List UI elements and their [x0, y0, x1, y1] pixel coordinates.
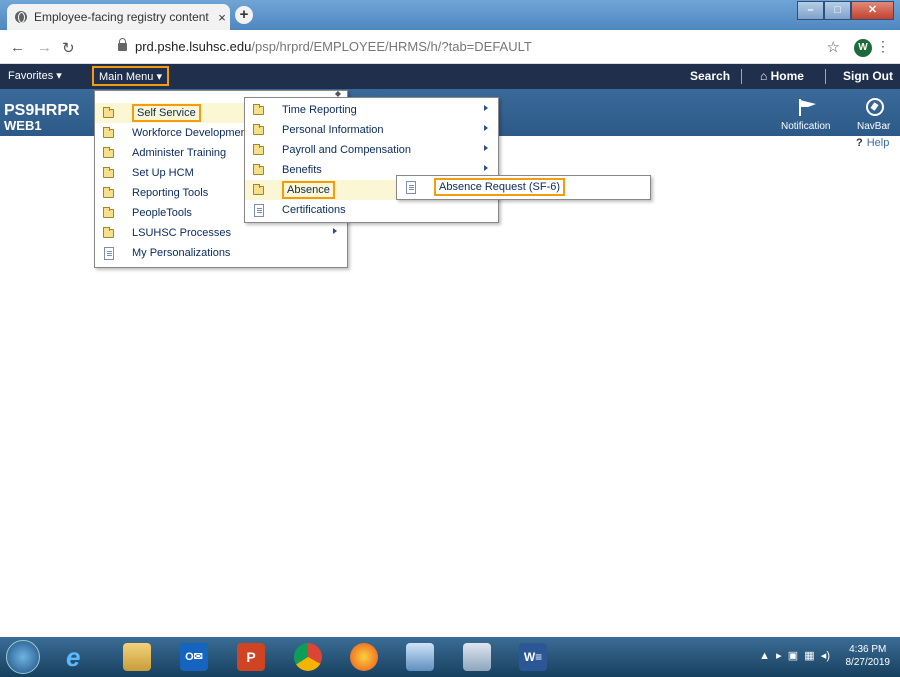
firefox-icon[interactable]	[350, 643, 378, 671]
self-service-item[interactable]: Payroll and Compensation	[245, 140, 498, 160]
folder-icon	[253, 103, 264, 115]
folder-icon	[103, 126, 114, 138]
folder-icon	[253, 183, 264, 195]
main-menu-item-label: Reporting Tools	[132, 187, 209, 199]
folder-icon	[103, 186, 114, 198]
globe-icon	[15, 11, 27, 23]
sync-center-icon[interactable]	[406, 643, 434, 671]
submenu-arrow-icon	[484, 105, 488, 111]
folder-icon	[253, 163, 264, 175]
self-service-item-label: Personal Information	[282, 124, 384, 136]
submenu-arrow-icon	[484, 125, 488, 131]
divider	[741, 69, 742, 84]
close-window-button[interactable]: ✕	[851, 1, 894, 20]
main-menu-item-label: Administer Training	[132, 147, 227, 159]
maximize-button[interactable]: □	[824, 1, 851, 20]
help-icon: ?	[856, 137, 863, 149]
document-icon	[104, 246, 114, 260]
powerpoint-icon[interactable]: P	[237, 643, 265, 671]
main-menu-item-label: Set Up HCM	[132, 167, 194, 179]
main-menu-item[interactable]: My Personalizations	[95, 243, 347, 263]
document-icon	[406, 180, 416, 194]
word-icon[interactable]: W≡	[519, 643, 547, 671]
lock-icon	[118, 38, 127, 51]
folder-icon	[103, 226, 114, 238]
main-menu-item-label: Workforce Developmen	[132, 127, 247, 139]
favorites-menu[interactable]: Favorites ▾	[8, 69, 62, 82]
banner-subtitle: WEB1	[4, 118, 42, 133]
browser-titlebar: Employee-facing registry content × + – □…	[0, 0, 900, 30]
self-service-item-label: Payroll and Compensation	[282, 144, 412, 156]
sign-out-link[interactable]: Sign Out	[843, 69, 893, 83]
absence-item[interactable]: Absence Request (SF-6)	[397, 177, 650, 197]
submenu-arrow-icon	[484, 145, 488, 151]
tab-close-icon[interactable]: ×	[214, 10, 230, 25]
self-service-item[interactable]: Certifications	[245, 200, 498, 220]
windows-taskbar: e O✉ P W≡ ▲ ▸ ▣ ▦ ◂) 4:36 PM 8/27/2019	[0, 637, 900, 677]
system-tray-icons[interactable]: ▲ ▸ ▣ ▦ ◂)	[759, 649, 830, 662]
browser-tab[interactable]: Employee-facing registry content ×	[7, 4, 230, 30]
main-menu-item[interactable]: LSUHSC Processes	[95, 223, 347, 243]
self-service-item-label: Time Reporting	[282, 104, 357, 116]
window-controls: – □ ✕	[797, 1, 894, 20]
bookmark-star-icon[interactable]: ☆	[827, 38, 840, 56]
folder-icon	[103, 106, 114, 118]
self-service-item[interactable]: Time Reporting	[245, 100, 498, 120]
self-service-item[interactable]: Personal Information	[245, 120, 498, 140]
main-menu[interactable]: Main Menu ▾	[92, 66, 169, 86]
self-service-item-label: Absence	[282, 181, 335, 199]
search-link[interactable]: Search	[690, 69, 730, 83]
taskbar-clock[interactable]: 4:36 PM 8/27/2019	[846, 643, 891, 669]
tab-title: Employee-facing registry content	[34, 10, 209, 24]
clock-date: 8/27/2019	[845, 657, 891, 668]
absence-submenu: Absence Request (SF-6)	[396, 175, 651, 200]
absence-item-label: Absence Request (SF-6)	[434, 178, 566, 196]
folder-icon	[103, 166, 114, 178]
navbar-label[interactable]: NavBar	[857, 121, 890, 132]
library-icon[interactable]	[463, 643, 491, 671]
browser-menu-icon[interactable]: ⋮	[876, 38, 890, 55]
outlook-icon[interactable]: O✉	[180, 643, 208, 671]
address-bar: ← → ↻ prd.pshe.lsuhsc.edu/psp/hrprd/EMPL…	[0, 30, 900, 64]
notification-label[interactable]: Notification	[781, 121, 830, 132]
help-label: Help	[866, 137, 890, 149]
main-menu-item-label: Self Service	[132, 104, 201, 122]
folder-icon	[253, 143, 264, 155]
home-icon: ⌂	[760, 69, 768, 83]
help-link[interactable]: ? Help	[856, 137, 889, 149]
profile-avatar[interactable]: W	[854, 39, 872, 57]
folder-icon	[103, 146, 114, 158]
minimize-button[interactable]: –	[797, 1, 824, 20]
internet-explorer-icon[interactable]: e	[66, 643, 94, 671]
divider	[825, 69, 826, 84]
folder-icon	[253, 123, 264, 135]
chrome-icon[interactable]	[294, 643, 322, 671]
screen: Employee-facing registry content × + – □…	[0, 0, 900, 677]
submenu-arrow-icon	[333, 228, 337, 234]
self-service-item-label: Certifications	[282, 204, 346, 216]
url-host: prd.pshe.lsuhsc.edu	[135, 39, 252, 54]
main-menu-item-label: LSUHSC Processes	[132, 227, 232, 239]
start-button[interactable]	[6, 640, 40, 674]
back-arrow-icon[interactable]: ←	[10, 39, 25, 56]
url-field[interactable]: prd.pshe.lsuhsc.edu/psp/hrprd/EMPLOYEE/H…	[118, 38, 532, 54]
main-menu-item-label: My Personalizations	[132, 247, 231, 259]
folder-icon	[103, 206, 114, 218]
home-label: Home	[770, 69, 804, 83]
reload-icon[interactable]: ↻	[62, 39, 75, 57]
document-icon	[254, 203, 264, 217]
forward-arrow-icon[interactable]: →	[37, 39, 52, 56]
file-explorer-icon[interactable]	[123, 643, 151, 671]
ps-header-bar: Favorites ▾ Main Menu ▾ Search ⌂ Home Si…	[0, 64, 900, 89]
main-menu-item-label: PeopleTools	[132, 207, 192, 219]
submenu-arrow-icon	[484, 165, 488, 171]
notification-flag-icon[interactable]	[797, 97, 819, 117]
url-path: /psp/hrprd/EMPLOYEE/HRMS/h/?tab=DEFAULT	[251, 39, 532, 54]
home-link[interactable]: ⌂ Home	[760, 69, 804, 83]
self-service-submenu: Time Reporting Personal Information Payrol…	[244, 97, 499, 223]
new-tab-button[interactable]: +	[235, 6, 253, 24]
navbar-compass-icon[interactable]	[866, 98, 884, 116]
clock-time: 4:36 PM	[849, 644, 887, 655]
self-service-item-label: Benefits	[282, 164, 322, 176]
